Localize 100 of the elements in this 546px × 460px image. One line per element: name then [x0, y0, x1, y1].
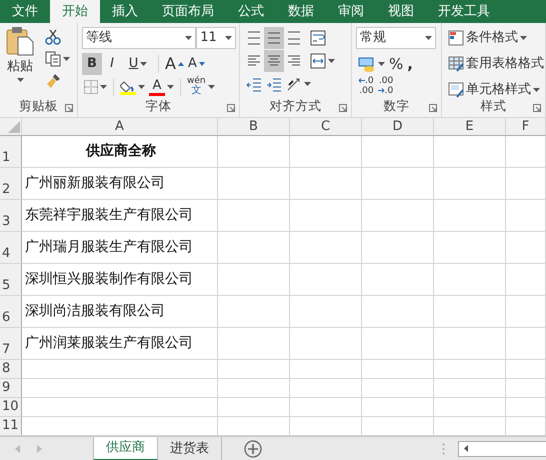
row-header[interactable]: 11 [0, 417, 22, 436]
table-cell [290, 296, 362, 328]
row-header[interactable]: 1 [0, 136, 22, 168]
percent-style-button[interactable]: % [387, 52, 406, 75]
ribbon-tab[interactable]: 视图 [376, 0, 426, 23]
font-name-field[interactable]: 等线 [82, 26, 196, 48]
row-header[interactable]: 10 [0, 398, 22, 417]
table-cell [434, 168, 506, 200]
ribbon-tab[interactable]: 文件 [0, 0, 50, 23]
ribbon-tab[interactable]: 插入 [100, 0, 150, 23]
caret-icon [378, 62, 385, 66]
brush-icon [44, 73, 60, 89]
row-header[interactable]: 4 [0, 232, 22, 264]
ribbon-tab[interactable]: 页面布局 [150, 0, 226, 23]
column-header[interactable]: B [218, 118, 290, 136]
row-header[interactable]: 3 [0, 200, 22, 232]
font-size-field[interactable]: 11 [196, 26, 236, 48]
column-header[interactable]: F [506, 118, 546, 136]
table-cell: 广州润莱服装生产有限公司 [22, 328, 218, 360]
table-brush-icon [448, 56, 464, 72]
ribbon-tab[interactable]: 审阅 [326, 0, 376, 23]
ribbon-tab[interactable]: 开发工具 [426, 0, 502, 23]
group-label: 字体 [146, 96, 172, 115]
table-cell: 广州丽新服装有限公司 [22, 168, 218, 200]
increase-decimal-button[interactable]: .0 .00 [356, 76, 376, 98]
horizontal-scrollbar[interactable] [458, 440, 546, 456]
caret-icon [425, 36, 432, 40]
row-header[interactable]: 7 [0, 328, 22, 360]
left-triangle-icon [464, 445, 468, 452]
table-cell [506, 379, 546, 398]
caret-icon [328, 58, 335, 62]
caret-icon [520, 36, 527, 40]
table-cell [218, 398, 290, 417]
align-top-icon [246, 30, 262, 46]
table-cell [218, 328, 290, 360]
styles-menu-button[interactable]: 条件格式 [446, 26, 529, 49]
caret-icon [225, 36, 232, 40]
table-cell [434, 328, 506, 360]
number-format-field[interactable]: 常规 [356, 26, 436, 48]
table-cell [290, 398, 362, 417]
table-cell [290, 136, 362, 168]
table-cell [434, 398, 506, 417]
dialog-launcher-icon[interactable] [65, 104, 73, 112]
table-cell [218, 296, 290, 328]
decrease-font-size-button[interactable]: A [186, 52, 207, 75]
table-cell [434, 264, 506, 296]
table-cell [506, 232, 546, 264]
ribbon-tab[interactable]: 开始 [50, 0, 100, 23]
phonetic-button[interactable]: wén 文 [185, 76, 208, 98]
italic-button[interactable]: I [102, 52, 122, 75]
table-cell: 广州瑞月服装生产有限公司 [22, 232, 218, 264]
table-cell [434, 296, 506, 328]
align-left-icon [246, 52, 262, 68]
align-right-icon [286, 52, 302, 68]
merge-cells-icon [310, 52, 326, 68]
dialog-launcher-icon[interactable] [227, 104, 235, 112]
align-middle-button[interactable] [264, 26, 284, 48]
table-cell [434, 379, 506, 398]
decrease-decimal-button[interactable]: .00 .0 [376, 76, 396, 98]
bold-button[interactable]: B [82, 52, 102, 75]
column-header[interactable]: D [362, 118, 434, 136]
table-cell [506, 136, 546, 168]
table-cell [506, 200, 546, 232]
table-cell: 深圳尚洁服装有限公司 [22, 296, 218, 328]
font-color-button[interactable]: A [147, 76, 176, 98]
dialog-launcher-icon[interactable] [429, 104, 437, 112]
row-header[interactable]: 9 [0, 379, 22, 398]
row-header[interactable]: 5 [0, 264, 22, 296]
row-header[interactable]: 8 [0, 360, 22, 379]
table-cell [434, 200, 506, 232]
orientation-icon [286, 76, 302, 92]
styles-menu-button[interactable]: 套用表格格式 [446, 52, 546, 75]
comma-style-button[interactable]: , [405, 52, 415, 75]
dialog-launcher-icon[interactable] [533, 104, 541, 112]
column-title: 供应商全称 [22, 136, 218, 168]
ribbon-tab[interactable]: 公式 [226, 0, 276, 23]
ribbon-tab[interactable]: 数据 [276, 0, 326, 23]
row-header[interactable]: 6 [0, 296, 22, 328]
right-triangle-icon [37, 444, 42, 452]
table-cell [290, 360, 362, 379]
down-triangle-icon [198, 62, 205, 66]
table-cell [506, 398, 546, 417]
sheet-tab[interactable]: 进货表 [158, 436, 222, 460]
caret-icon [62, 57, 70, 61]
table-cell [290, 328, 362, 360]
underline-button[interactable]: U [122, 52, 154, 75]
column-header[interactable]: A [22, 118, 218, 136]
column-header[interactable]: E [434, 118, 506, 136]
column-header[interactable]: C [290, 118, 362, 136]
align-center-button[interactable] [264, 50, 284, 72]
dialog-launcher-icon[interactable] [339, 104, 347, 112]
increase-font-size-button[interactable]: A [163, 52, 186, 75]
align-middle-icon [266, 30, 282, 46]
new-sheet-button[interactable] [242, 438, 264, 460]
align-center-icon [266, 52, 282, 68]
table-cell [506, 296, 546, 328]
paste-button[interactable]: 粘贴 [4, 26, 36, 94]
sheet-tab[interactable]: 供应商 [93, 436, 158, 460]
table-cell [362, 398, 434, 417]
row-header[interactable]: 2 [0, 168, 22, 200]
